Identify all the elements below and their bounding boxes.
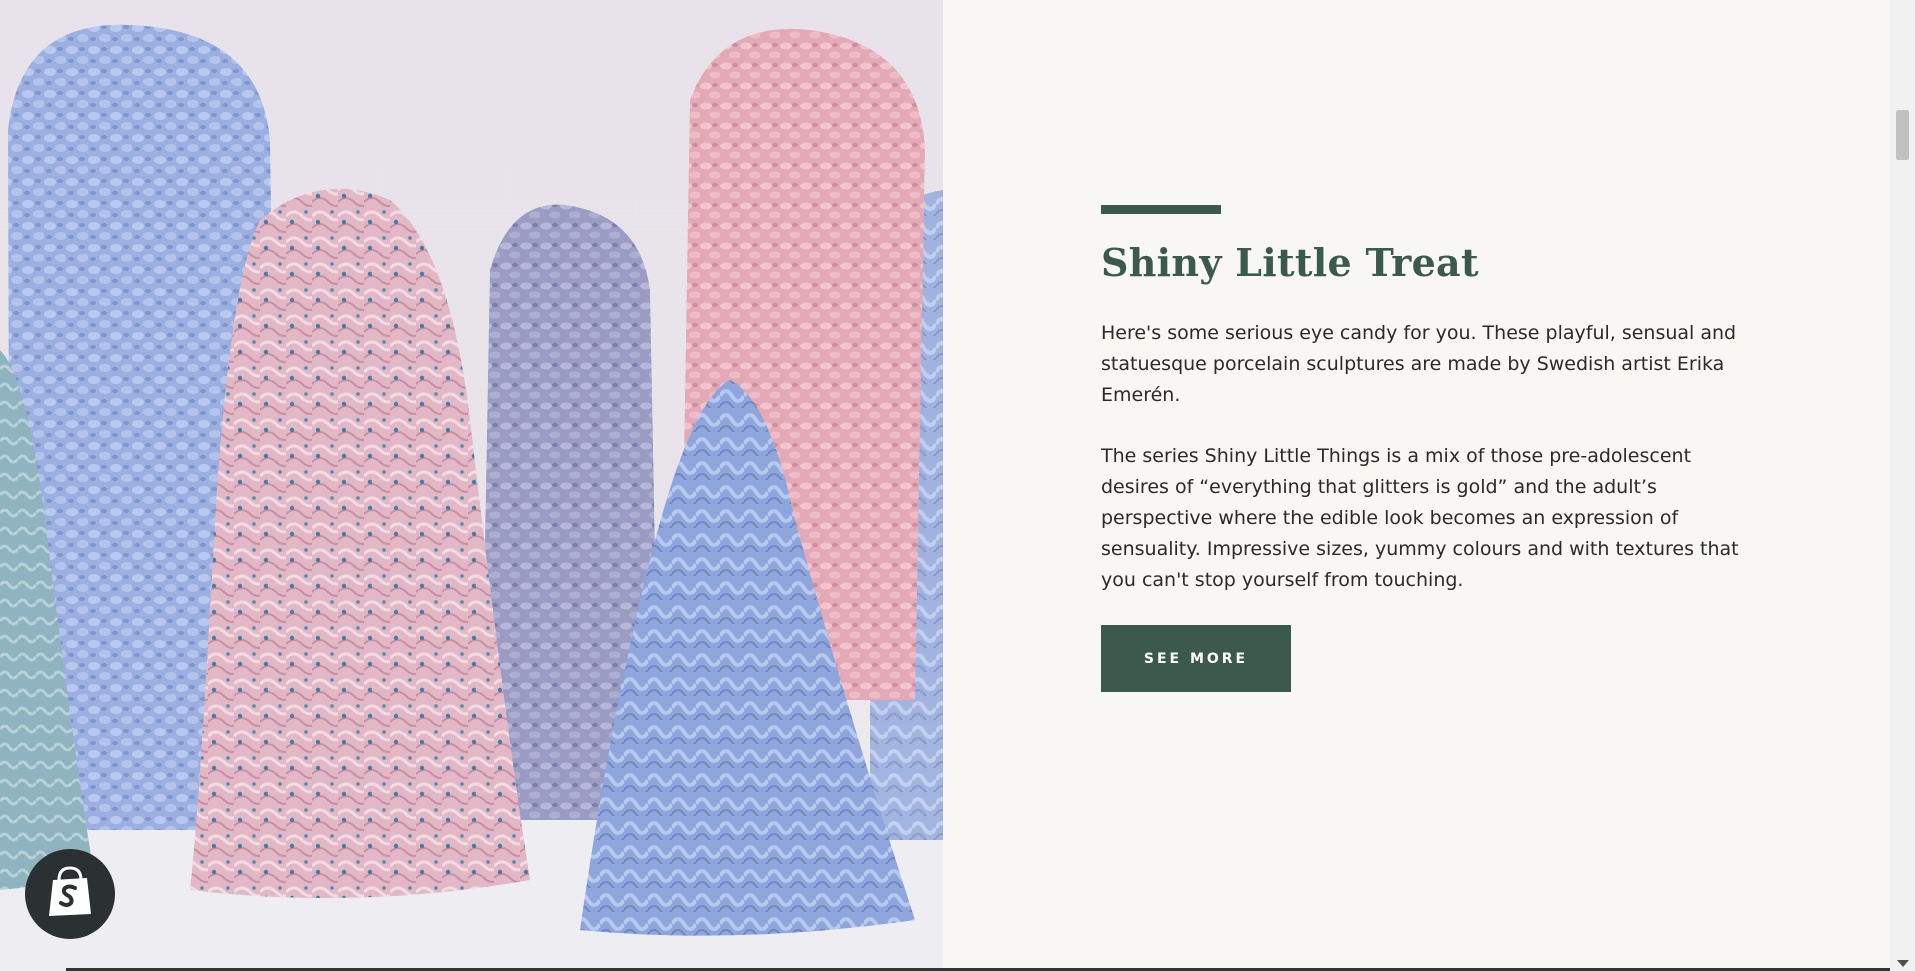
feature-title: Shiny Little Treat (1101, 240, 1479, 285)
see-more-button[interactable]: SEE MORE (1101, 625, 1291, 692)
shopify-bag-icon (47, 866, 93, 922)
feature-paragraph-1: Here's some serious eye candy for you. T… (1101, 322, 1737, 406)
scrollbar-thumb[interactable] (1896, 110, 1909, 160)
shopify-badge-button[interactable] (25, 849, 115, 939)
feature-paragraph-2: The series Shiny Little Things is a mix … (1101, 445, 1739, 591)
accent-bar (1101, 205, 1221, 214)
feature-section: Shiny Little Treat Here's some serious e… (943, 0, 1890, 971)
sculpture-photo (0, 0, 943, 971)
chevron-down-icon[interactable] (1897, 960, 1909, 967)
scrollbar[interactable] (1890, 0, 1915, 971)
